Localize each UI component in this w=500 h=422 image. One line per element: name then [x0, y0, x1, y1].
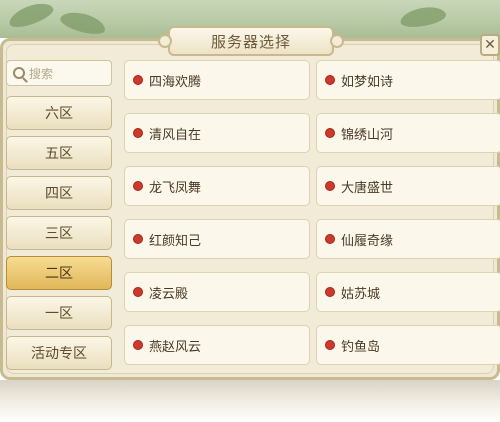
server-status-dot-icon: [133, 287, 143, 297]
server-item[interactable]: 红颜知己: [124, 219, 310, 259]
close-button[interactable]: ✕: [480, 34, 500, 56]
leaf-decoration: [58, 8, 108, 38]
server-status-dot-icon: [325, 75, 335, 85]
search-icon: [13, 67, 25, 79]
tab-label: 二区: [45, 266, 73, 282]
server-item[interactable]: 仙履奇缘: [316, 219, 500, 259]
server-name: 四海欢腾: [149, 74, 202, 90]
server-status-dot-icon: [133, 340, 143, 350]
server-name: 如梦如诗: [341, 74, 394, 90]
background-scenery-bottom: [0, 380, 500, 422]
server-status-dot-icon: [133, 75, 143, 85]
server-status-dot-icon: [325, 181, 335, 191]
server-item[interactable]: 四海欢腾: [124, 60, 310, 100]
server-status-dot-icon: [325, 234, 335, 244]
tab-region[interactable]: 活动专区: [6, 336, 112, 370]
server-status-dot-icon: [325, 340, 335, 350]
tab-label: 四区: [45, 186, 73, 202]
server-item[interactable]: 如梦如诗: [316, 60, 500, 100]
panel-title-text: 服务器选择: [210, 32, 291, 51]
server-name: 清风自在: [149, 127, 202, 143]
search-placeholder: 搜索: [29, 66, 54, 81]
tab-region[interactable]: 四区: [6, 176, 112, 210]
server-name: 凌云殿: [149, 286, 189, 302]
server-name: 姑苏城: [341, 286, 381, 302]
server-item[interactable]: 锦绣山河: [316, 113, 500, 153]
scroll-ornament-right: [330, 34, 344, 48]
server-name: 锦绣山河: [341, 127, 394, 143]
tab-label: 三区: [45, 226, 73, 242]
tab-region[interactable]: 三区: [6, 216, 112, 250]
server-item[interactable]: 燕赵风云: [124, 325, 310, 365]
server-name: 龙飞凤舞: [149, 180, 202, 196]
server-status-dot-icon: [325, 287, 335, 297]
panel-title: 服务器选择: [158, 26, 344, 56]
server-name: 燕赵风云: [149, 339, 202, 355]
server-item[interactable]: 大唐盛世: [316, 166, 500, 206]
close-icon: ✕: [484, 37, 496, 53]
server-status-dot-icon: [133, 181, 143, 191]
server-name: 仙履奇缘: [341, 233, 394, 249]
server-item[interactable]: 清风自在: [124, 113, 310, 153]
tab-region[interactable]: 二区: [6, 256, 112, 290]
leaf-decoration: [6, 0, 56, 32]
server-item[interactable]: 龙飞凤舞: [124, 166, 310, 206]
tab-region[interactable]: 一区: [6, 296, 112, 330]
search-input[interactable]: 搜索: [6, 60, 112, 86]
server-grid: 四海欢腾 如梦如诗清风自在 锦绣山河龙飞凤舞 大唐盛世红颜知己 仙履奇缘凌云殿 姑苏城燕赵…: [124, 60, 500, 370]
region-sidebar: 搜索 六区五区四区三区二区一区活动专区: [6, 60, 114, 374]
server-name: 大唐盛世: [341, 180, 394, 196]
tab-region[interactable]: 五区: [6, 136, 112, 170]
server-name: 红颜知己: [149, 233, 202, 249]
tab-region[interactable]: 六区: [6, 96, 112, 130]
server-status-dot-icon: [133, 128, 143, 138]
tab-label: 活动专区: [31, 346, 87, 362]
tab-label: 一区: [45, 306, 73, 322]
game-screen: 服务器选择 ✕ 搜索 六区五区四区三区二区一区活动专区 四海欢腾 如梦如诗清风自在…: [0, 0, 500, 422]
leaf-decoration: [398, 4, 448, 30]
server-item[interactable]: 姑苏城: [316, 272, 500, 312]
scroll-ornament-left: [158, 34, 172, 48]
tab-label: 六区: [45, 106, 73, 122]
server-status-dot-icon: [133, 234, 143, 244]
server-item[interactable]: 凌云殿: [124, 272, 310, 312]
server-status-dot-icon: [325, 128, 335, 138]
server-item[interactable]: 钓鱼岛: [316, 325, 500, 365]
server-name: 钓鱼岛: [341, 339, 381, 355]
tab-label: 五区: [45, 146, 73, 162]
